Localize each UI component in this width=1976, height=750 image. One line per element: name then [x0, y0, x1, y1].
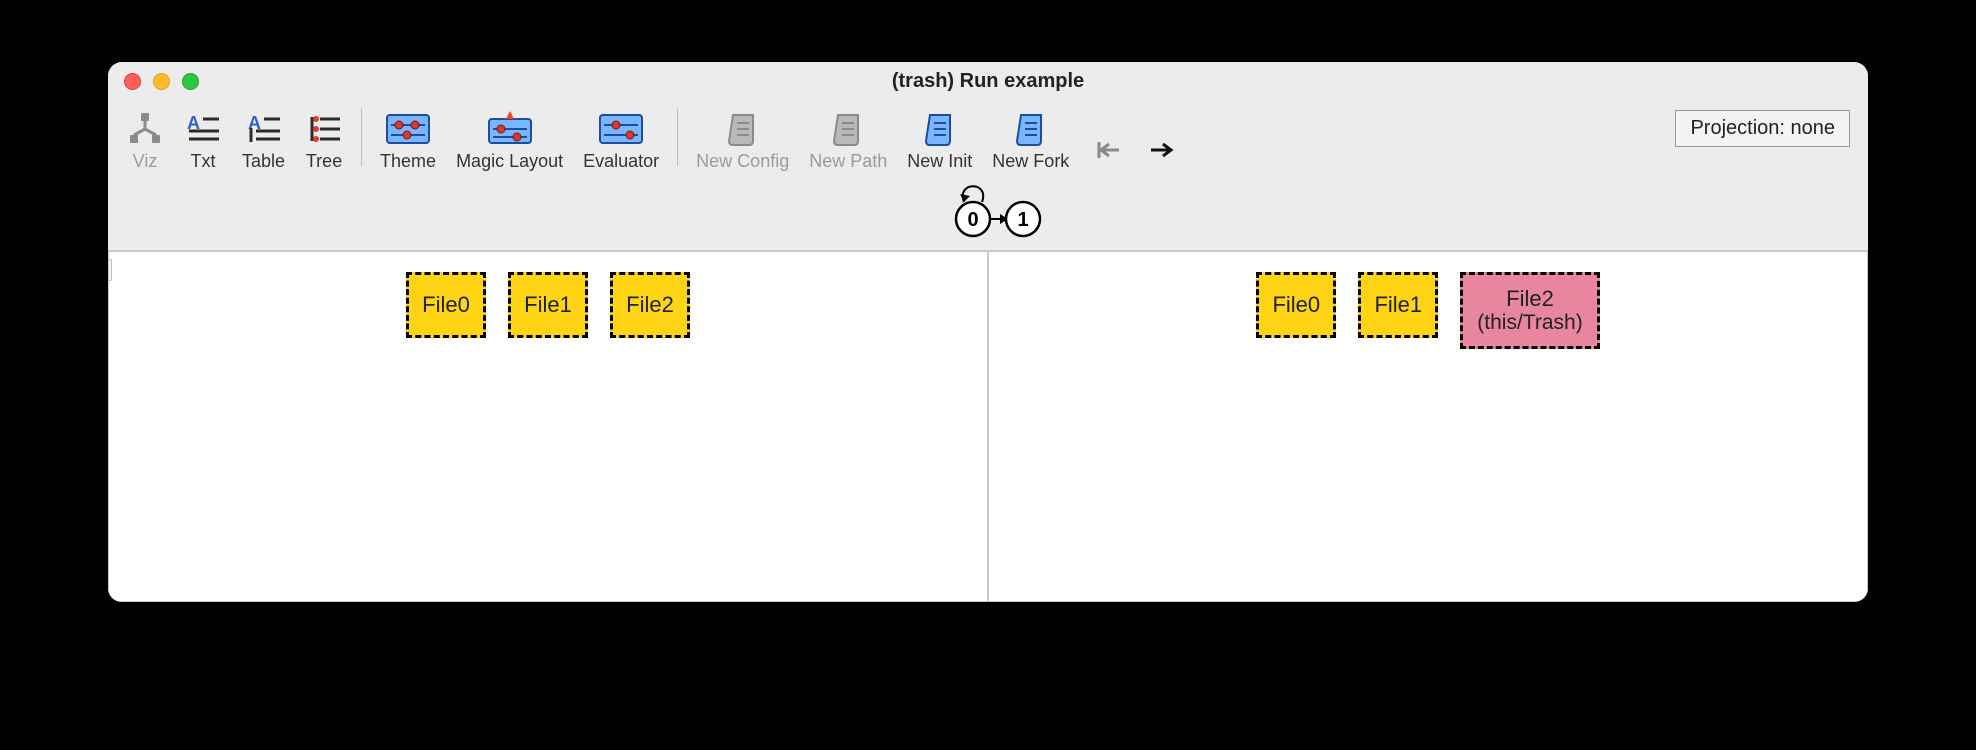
toolbar-label: Viz	[133, 151, 158, 172]
app-window: (trash) Run example Viz A Txt A Table	[108, 62, 1868, 602]
new-fork-button[interactable]: New Fork	[984, 107, 1077, 176]
scroll-icon	[725, 109, 761, 149]
file-node[interactable]: File2	[610, 272, 690, 338]
table-button[interactable]: A Table	[234, 107, 293, 176]
content-area: File0 File1 File2 File0 File1 File2 (thi…	[108, 250, 1868, 602]
zoom-icon[interactable]	[182, 73, 199, 90]
toolbar-label: Txt	[191, 151, 216, 172]
trace-state-label: 1	[1017, 209, 1028, 231]
toolbar-separator	[677, 108, 678, 166]
evaluator-button[interactable]: Evaluator	[575, 107, 667, 176]
file-node[interactable]: File0	[1256, 272, 1336, 338]
toolbar-label: New Init	[907, 151, 972, 172]
toolbar-label: New Config	[696, 151, 789, 172]
toolbar-label: Tree	[306, 151, 342, 172]
trash-node[interactable]: File2 (this/Trash)	[1460, 272, 1599, 349]
scroll-blue-icon	[1013, 109, 1049, 149]
window-controls	[124, 73, 199, 90]
toolbar-label: Table	[242, 151, 285, 172]
table-icon: A	[246, 109, 282, 149]
viz-button[interactable]: Viz	[118, 107, 172, 176]
projection-dropdown[interactable]: Projection: none	[1675, 110, 1850, 147]
scroll-blue-icon	[922, 109, 958, 149]
toolbar-label: Theme	[380, 151, 436, 172]
minimize-icon[interactable]	[153, 73, 170, 90]
state-pane-0: File0 File1 File2	[108, 251, 988, 602]
toolbar-separator	[361, 108, 362, 166]
trace-bar: 0 1	[108, 180, 1868, 250]
state-pane-1: File0 File1 File2 (this/Trash)	[988, 251, 1868, 602]
close-icon[interactable]	[124, 73, 141, 90]
toolbar: Viz A Txt A Table Tree	[108, 100, 1868, 180]
node-sublabel: (this/Trash)	[1477, 311, 1582, 334]
projection-label: Projection: none	[1690, 117, 1835, 139]
trace-state-label: 0	[967, 209, 978, 231]
toolbar-label: Magic Layout	[456, 151, 563, 172]
sliders-icon	[385, 109, 431, 149]
magic-layout-icon	[487, 109, 533, 149]
titlebar: (trash) Run example	[108, 62, 1868, 100]
trace-graph-icon: 0 1	[918, 185, 1058, 245]
node-label: File2	[1477, 287, 1582, 311]
nav-next-button[interactable]	[1137, 128, 1189, 176]
file-node[interactable]: File1	[508, 272, 588, 338]
new-path-button[interactable]: New Path	[801, 107, 895, 176]
tree-button[interactable]: Tree	[297, 107, 351, 176]
toolbar-label: New Path	[809, 151, 887, 172]
theme-button[interactable]: Theme	[372, 107, 444, 176]
scroll-icon	[830, 109, 866, 149]
nav-prev-button[interactable]	[1081, 128, 1133, 176]
window-title: (trash) Run example	[108, 70, 1868, 93]
arrow-start-icon	[1089, 130, 1125, 170]
text-icon: A	[185, 109, 221, 149]
arrow-right-icon	[1145, 130, 1181, 170]
toolbar-label: Evaluator	[583, 151, 659, 172]
toolbar-label: New Fork	[992, 151, 1069, 172]
file-node[interactable]: File0	[406, 272, 486, 338]
viz-icon	[127, 109, 163, 149]
magic-layout-button[interactable]: Magic Layout	[448, 107, 571, 176]
file-node[interactable]: File1	[1358, 272, 1438, 338]
new-config-button[interactable]: New Config	[688, 107, 797, 176]
new-init-button[interactable]: New Init	[899, 107, 980, 176]
txt-button[interactable]: A Txt	[176, 107, 230, 176]
evaluator-icon	[598, 109, 644, 149]
tree-icon	[306, 109, 342, 149]
